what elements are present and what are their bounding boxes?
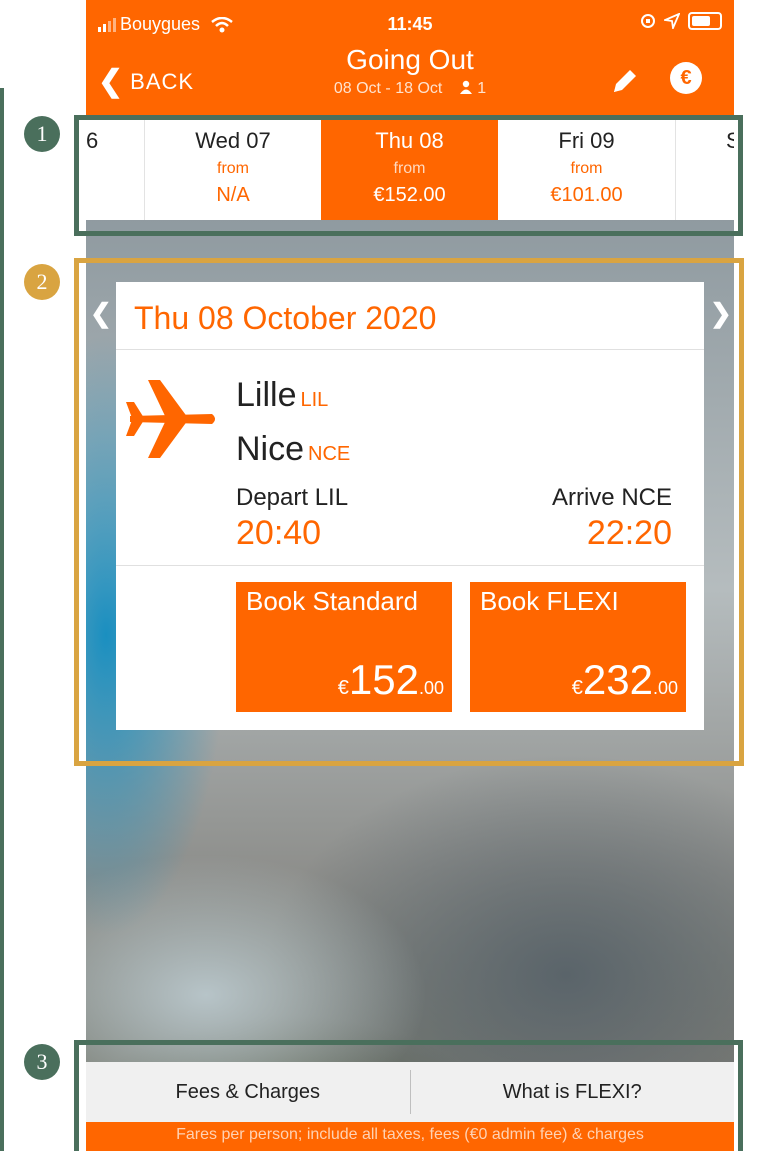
person-icon (459, 80, 472, 94)
currency-button[interactable]: € (670, 62, 702, 94)
passenger-count: 1 (477, 80, 487, 97)
highlight-box-1 (74, 115, 743, 236)
battery-icon (688, 12, 722, 30)
highlight-box-2 (74, 258, 744, 766)
left-accent-bar (0, 88, 4, 1151)
rotation-lock-icon (641, 14, 655, 28)
status-icons (640, 12, 722, 30)
annotation-badge-2: 2 (24, 264, 60, 300)
annotation-badge-1: 1 (24, 116, 60, 152)
location-icon (664, 13, 680, 29)
highlight-box-3 (74, 1040, 743, 1151)
status-bar: Bouygues 11:45 (86, 0, 734, 40)
edit-pencil-icon[interactable] (606, 64, 642, 100)
clock: 11:45 (387, 14, 433, 34)
date-range-text: 08 Oct - 18 Oct (333, 80, 443, 97)
nav-bar: ❮ BACK Going Out 08 Oct - 18 Oct 1 € (86, 40, 734, 116)
annotation-badge-3: 3 (24, 1044, 60, 1080)
